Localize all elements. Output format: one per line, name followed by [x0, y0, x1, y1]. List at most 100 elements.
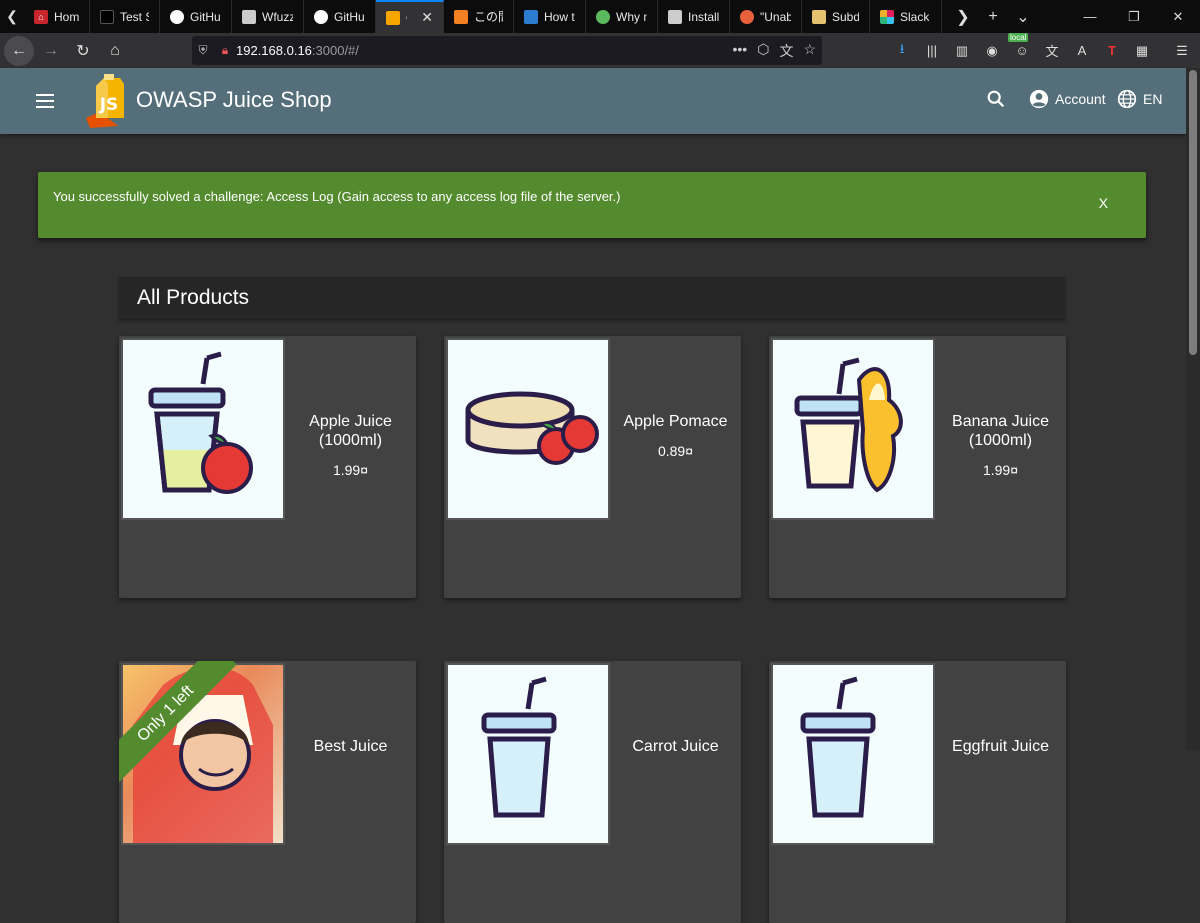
browser-tab[interactable]: ⌂ Home — [24, 0, 90, 33]
browser-tab[interactable]: Why n — [586, 0, 658, 33]
url-host: 192.168.0.16 — [236, 43, 312, 58]
restore-icon[interactable]: ❐ — [1112, 0, 1156, 33]
tab-label: この間 — [474, 10, 503, 24]
page-scrollbar[interactable] — [1186, 68, 1200, 750]
product-info: Apple Pomace 0.89¤ — [610, 336, 741, 459]
product-name: Eggfruit Juice — [952, 738, 1049, 755]
product-info: Eggfruit Juice — [935, 661, 1066, 756]
product-image[interactable] — [446, 338, 610, 520]
page-actions-icon[interactable]: ••• — [732, 41, 747, 61]
url-bar[interactable]: ⛨ 🔒︎ 192.168.0.16:3000/#/ ••• ⬡ 文 ☆ — [192, 36, 822, 65]
section-title: All Products — [137, 286, 250, 309]
minimize-icon[interactable]: — — [1068, 0, 1112, 33]
tab-label: Wfuzz — [262, 9, 293, 24]
browser-tab[interactable]: GitHul — [160, 0, 232, 33]
back-icon[interactable]: ← — [4, 35, 34, 66]
leaf-icon — [596, 9, 610, 24]
product-image[interactable] — [771, 663, 935, 845]
bookmark-star-icon[interactable]: ☆ — [803, 41, 816, 61]
tab-label: Test Si — [120, 9, 149, 24]
browser-tab[interactable]: Test Si — [90, 0, 160, 33]
product-price: 1.99¤ — [982, 462, 1019, 478]
tab-list-icon[interactable]: ⌄ — [1010, 7, 1036, 27]
browser-tab[interactable]: "Unab — [730, 0, 802, 33]
product-price: 0.89¤ — [657, 443, 694, 459]
account-icon[interactable]: ◉ — [980, 39, 1004, 63]
extensions-grid-icon[interactable]: ▦ — [1130, 39, 1154, 63]
slack-icon — [880, 9, 894, 24]
library-icon[interactable]: ||| — [920, 39, 944, 63]
product-card[interactable]: Only 1 left Best Juice — [119, 661, 416, 923]
account-circle-icon — [1029, 89, 1049, 109]
browser-tab[interactable]: Install — [658, 0, 730, 33]
product-name: Banana Juice (1000ml) — [952, 413, 1049, 449]
product-card[interactable]: Carrot Juice — [444, 661, 741, 923]
url-path: :3000/#/ — [311, 43, 359, 58]
pocket-icon[interactable]: ⬡ — [757, 41, 769, 61]
browser-tab[interactable]: この間 — [444, 0, 514, 33]
shield-icon[interactable]: ⛨ — [192, 43, 214, 58]
product-card[interactable]: Banana Juice (1000ml) 1.99¤ — [769, 336, 1066, 598]
tab-label: Subdo — [832, 9, 859, 24]
stack-icon — [454, 9, 468, 24]
account-button[interactable]: Account — [1029, 89, 1106, 109]
tab-label: How to — [544, 9, 575, 24]
browser-nav-bar: ← → ↻ ⌂ ⛨ 🔒︎ 192.168.0.16:3000/#/ ••• ⬡ … — [0, 32, 1200, 68]
product-name: Apple Pomace — [623, 413, 728, 430]
product-image[interactable] — [121, 338, 285, 520]
language-button[interactable]: EN — [1117, 89, 1162, 109]
product-image[interactable] — [446, 663, 610, 845]
insecure-lock-icon[interactable]: 🔒︎ — [214, 43, 236, 58]
new-tab-icon[interactable]: + — [980, 8, 1006, 26]
local-badge: local — [1008, 32, 1029, 42]
products-header: All Products — [119, 277, 1065, 319]
sidebar-icon[interactable]: ▥ — [950, 39, 974, 63]
search-icon[interactable] — [985, 88, 1007, 110]
product-card[interactable]: Apple Juice (1000ml) 1.99¤ — [119, 336, 416, 598]
product-image[interactable] — [771, 338, 935, 520]
tab-label: "Unab — [760, 9, 791, 24]
browser-tab[interactable]: Subdo — [802, 0, 870, 33]
browser-tab[interactable]: How to — [514, 0, 586, 33]
reload-icon[interactable]: ↻ — [68, 36, 98, 66]
snackbar-message: You successfully solved a challenge: Acc… — [53, 189, 621, 204]
tab-scroll-left-icon[interactable]: ❮ — [0, 0, 24, 33]
product-card[interactable]: Apple Pomace 0.89¤ — [444, 336, 741, 598]
globe-icon — [1117, 89, 1137, 109]
extension-local-icon[interactable]: local ☺ — [1008, 32, 1034, 63]
product-card[interactable]: Eggfruit Juice — [769, 661, 1066, 923]
translate-ext-icon[interactable]: 文 — [1040, 39, 1064, 63]
browser-tab[interactable]: Slack — [870, 0, 942, 33]
t-extension-icon[interactable]: T — [1100, 39, 1124, 63]
gitlab-icon: ⌂ — [34, 9, 48, 24]
tab-label: GitHul — [334, 9, 365, 24]
browser-tab[interactable]: Wfuzz — [232, 0, 304, 33]
product-name: Apple Juice (1000ml) — [309, 413, 392, 449]
app-title[interactable]: OWASP Juice Shop — [136, 87, 332, 113]
scrollbar-thumb[interactable] — [1189, 70, 1197, 355]
forward-icon[interactable]: → — [36, 36, 66, 66]
product-info: Best Juice — [285, 661, 416, 756]
menu-icon[interactable]: ☰ — [1170, 39, 1194, 63]
product-info: Banana Juice (1000ml) 1.99¤ — [935, 336, 1066, 478]
translate-ext2-icon[interactable]: A — [1070, 39, 1094, 63]
tab-label: OW — [406, 11, 407, 25]
page-icon — [100, 9, 114, 24]
browser-tab-active[interactable]: OW ✕ — [376, 0, 444, 33]
translate-icon[interactable]: 文 — [779, 41, 793, 61]
doc-icon — [668, 9, 682, 24]
tab-label: Why n — [616, 9, 647, 24]
browser-tab[interactable]: GitHul — [304, 0, 376, 33]
snackbar-close-button[interactable]: X — [1099, 195, 1108, 211]
home-icon[interactable]: ⌂ — [100, 36, 130, 66]
product-info: Apple Juice (1000ml) 1.99¤ — [285, 336, 416, 478]
download-icon[interactable]: ⭳ — [890, 39, 914, 63]
product-info: Carrot Juice — [610, 661, 741, 756]
language-label: EN — [1143, 91, 1163, 107]
close-tab-icon[interactable]: ✕ — [421, 9, 433, 26]
juice-shop-logo[interactable]: JS — [82, 74, 130, 130]
hamburger-menu-icon[interactable] — [36, 94, 54, 112]
blog-icon — [524, 9, 538, 24]
window-close-icon[interactable]: ✕ — [1156, 0, 1200, 33]
tab-scroll-right-icon[interactable]: ❯ — [950, 7, 976, 27]
